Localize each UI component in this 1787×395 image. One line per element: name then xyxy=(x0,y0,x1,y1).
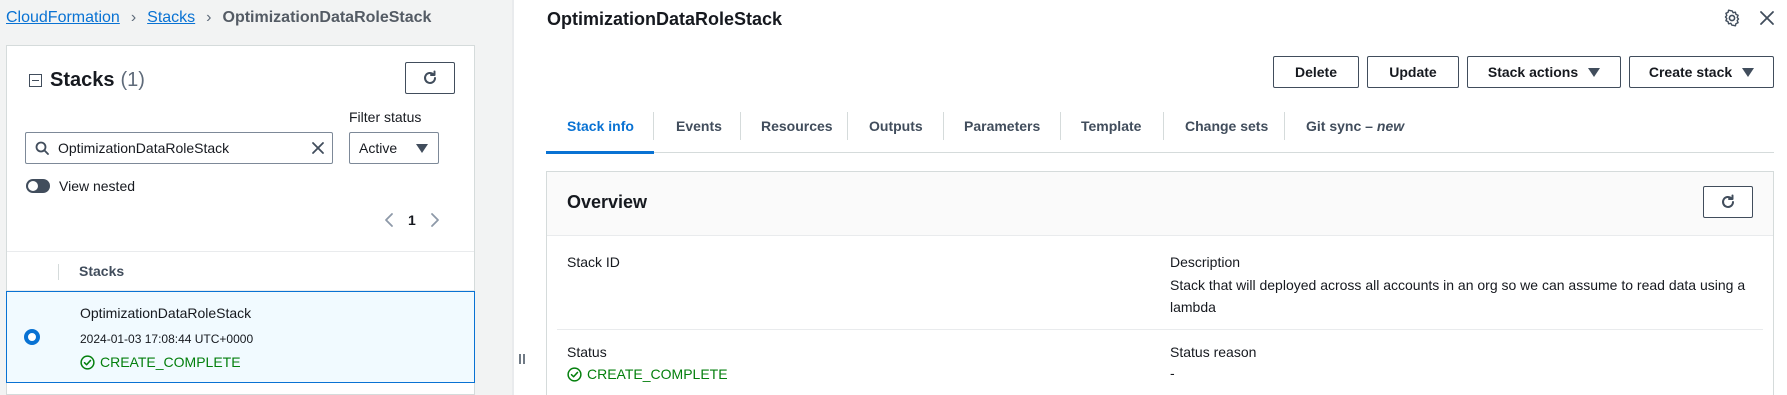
status-reason-label: Status reason xyxy=(1170,344,1257,360)
chevron-right-icon: › xyxy=(130,9,137,26)
overview-title: Overview xyxy=(567,192,648,212)
status-value-text: CREATE_COMPLETE xyxy=(587,366,728,382)
tab-divider xyxy=(1163,112,1164,140)
caret-down-icon xyxy=(416,144,428,153)
stack-name: OptimizationDataRoleStack xyxy=(80,305,252,321)
description-value: Stack that will deployed across all acco… xyxy=(1170,277,1746,315)
pagination: 1 xyxy=(384,212,440,228)
tab-change-sets[interactable]: Change sets xyxy=(1185,98,1268,153)
top-icons xyxy=(1723,9,1775,27)
update-button[interactable]: Update xyxy=(1367,56,1459,88)
gear-icon[interactable] xyxy=(1723,9,1741,27)
search-input[interactable] xyxy=(58,140,288,156)
clear-icon[interactable] xyxy=(310,140,326,156)
detail-tabs: Stack info Events Resources Outputs Para… xyxy=(546,98,1774,154)
tab-git-sync-label: Git sync – xyxy=(1306,117,1373,134)
view-nested-row: View nested xyxy=(26,178,135,194)
overview-header: Overview xyxy=(547,172,1773,236)
caret-down-icon xyxy=(1588,67,1601,77)
refresh-icon xyxy=(424,70,436,84)
chevron-left-icon[interactable] xyxy=(384,212,394,228)
tab-resources[interactable]: Resources xyxy=(761,98,833,153)
chevron-right-icon: › xyxy=(206,9,212,26)
view-nested-label: View nested xyxy=(59,178,136,194)
tab-template[interactable]: Template xyxy=(1081,98,1141,153)
tab-divider xyxy=(943,112,944,140)
stack-created-date: 2024-01-03 17:08:44 UTC+0000 xyxy=(80,332,254,346)
success-check-icon xyxy=(567,366,582,382)
row-radio[interactable] xyxy=(24,329,40,345)
status-reason-value: - xyxy=(1170,365,1175,381)
refresh-overview-button[interactable] xyxy=(1703,186,1753,218)
stacks-table-header: Stacks xyxy=(7,251,474,291)
stacks-panel-header: Stacks (1) xyxy=(29,69,145,92)
create-stack-button[interactable]: Create stack xyxy=(1629,56,1774,88)
row-divider xyxy=(557,329,1763,330)
chevron-right-icon[interactable] xyxy=(430,212,440,228)
success-check-icon xyxy=(80,354,95,370)
tab-divider xyxy=(653,112,654,140)
stacks-panel: Stacks (1) Filter status Active Vi xyxy=(6,45,475,395)
panel-divider xyxy=(512,0,514,395)
page-number[interactable]: 1 xyxy=(408,212,416,228)
close-icon[interactable] xyxy=(1759,10,1775,26)
tab-outputs[interactable]: Outputs xyxy=(869,98,923,153)
stack-actions-button[interactable]: Stack actions xyxy=(1467,56,1621,88)
stacks-column-header[interactable]: Stacks xyxy=(79,263,124,279)
tab-stack-info[interactable]: Stack info xyxy=(546,98,654,154)
stack-actions-label: Stack actions xyxy=(1487,64,1579,80)
breadcrumb-current: OptimizationDataRoleStack xyxy=(222,9,432,26)
view-nested-toggle[interactable] xyxy=(26,179,50,193)
tab-divider xyxy=(740,112,741,140)
tab-git-sync[interactable]: Git sync – new xyxy=(1306,98,1404,153)
stacks-count: (1) xyxy=(120,69,145,91)
breadcrumb-stacks[interactable]: Stacks xyxy=(147,9,195,27)
tab-divider xyxy=(1060,112,1061,140)
stack-search xyxy=(25,132,333,164)
status-label: Status xyxy=(567,344,607,360)
breadcrumb-cloudformation[interactable]: CloudFormation xyxy=(6,9,120,27)
search-icon xyxy=(35,141,49,155)
table-row[interactable]: OptimizationDataRoleStack 2024-01-03 17:… xyxy=(6,291,475,383)
status-badge: CREATE_COMPLETE xyxy=(567,366,728,382)
stack-id-label: Stack ID xyxy=(567,254,620,270)
drag-handle-icon[interactable] xyxy=(518,353,526,368)
tab-divider xyxy=(847,112,848,140)
filter-status-label: Filter status xyxy=(349,109,422,125)
create-stack-label: Create stack xyxy=(1648,64,1733,80)
caret-down-icon xyxy=(1742,67,1755,77)
stack-status-text: CREATE_COMPLETE xyxy=(100,354,241,370)
stacks-sidebar: CloudFormation › Stacks › OptimizationDa… xyxy=(0,0,514,395)
tab-parameters[interactable]: Parameters xyxy=(964,98,1040,153)
stacks-panel-title: Stacks xyxy=(50,69,115,91)
refresh-icon xyxy=(1722,194,1734,208)
new-tag: new xyxy=(1376,117,1405,134)
refresh-stacks-button[interactable] xyxy=(405,62,455,94)
description-label: Description xyxy=(1170,254,1241,270)
filter-status-value: Active xyxy=(359,140,398,156)
filter-status-select[interactable]: Active xyxy=(349,132,439,164)
collapse-icon[interactable] xyxy=(29,74,42,87)
delete-button[interactable]: Delete xyxy=(1273,56,1359,88)
page-title: OptimizationDataRoleStack xyxy=(547,9,783,29)
breadcrumb: CloudFormation › Stacks › OptimizationDa… xyxy=(6,9,431,27)
tab-events[interactable]: Events xyxy=(676,98,722,153)
stack-status: CREATE_COMPLETE xyxy=(80,354,241,370)
tab-divider xyxy=(1284,112,1285,140)
column-divider xyxy=(58,264,59,280)
overview-container: Overview Stack ID Description Stack that… xyxy=(546,171,1774,395)
